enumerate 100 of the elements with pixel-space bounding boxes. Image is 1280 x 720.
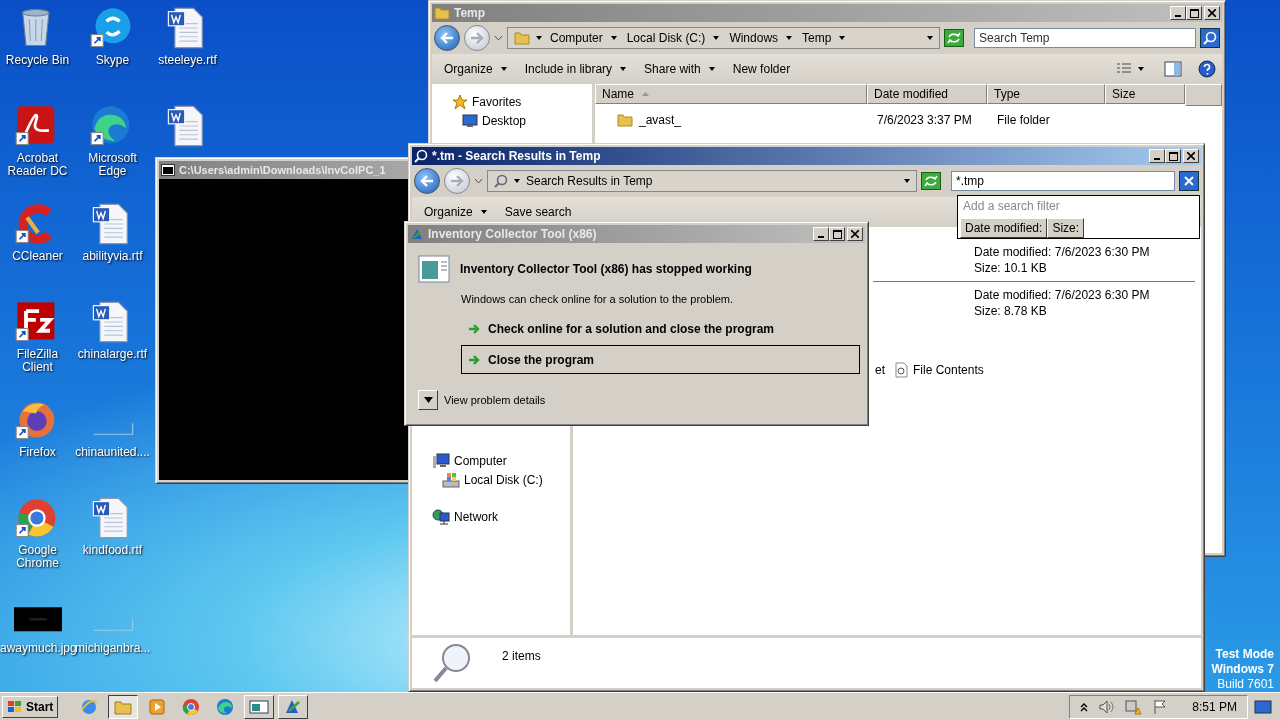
filter-button[interactable]: Size: xyxy=(1047,218,1085,238)
table-cell: File folder xyxy=(997,113,1050,127)
column-header[interactable]: Name xyxy=(595,84,867,104)
maximize-button[interactable] xyxy=(829,227,845,241)
column-header[interactable]: Size xyxy=(1105,84,1185,104)
sort-arrow-icon xyxy=(642,92,649,96)
refresh-icon xyxy=(947,32,961,44)
browser-icon xyxy=(182,697,201,716)
forward-arrow-icon xyxy=(470,32,484,44)
caret-icon xyxy=(786,36,793,40)
column-header[interactable]: Date modified xyxy=(867,84,987,104)
refresh-button[interactable] xyxy=(944,29,964,47)
nav-item[interactable]: Local Disk (C:) xyxy=(442,470,543,489)
window-title: Temp xyxy=(454,6,487,20)
location-text: Search Results in Temp xyxy=(526,174,653,188)
nav-item[interactable]: Favorites xyxy=(452,92,522,111)
file-name[interactable]: _avast_ xyxy=(633,113,877,127)
taskbar-button[interactable] xyxy=(108,694,139,719)
icon-label[interactable]: Skype xyxy=(75,54,150,67)
speaker-icon[interactable] xyxy=(1098,698,1115,715)
icon-label[interactable]: Recycle Bin xyxy=(0,54,75,67)
expand-details-button[interactable] xyxy=(418,390,438,410)
search-field[interactable]: *.tmp xyxy=(951,171,1175,191)
maximize-button[interactable] xyxy=(1186,6,1202,20)
maximize-icon xyxy=(832,229,842,239)
breadcrumb-item[interactable]: Temp xyxy=(800,31,848,45)
app-icon xyxy=(410,227,424,241)
back-button[interactable] xyxy=(414,168,440,194)
preview-pane-icon[interactable] xyxy=(1164,61,1182,77)
help-icon[interactable] xyxy=(1198,60,1216,78)
close-icon xyxy=(1184,176,1194,186)
search-location-link[interactable]: File Contents xyxy=(893,360,984,379)
close-icon xyxy=(1187,152,1195,160)
column-header[interactable]: Type xyxy=(987,84,1105,104)
show-desktop-icon[interactable] xyxy=(1254,699,1272,714)
toolbar-button[interactable]: Share with xyxy=(638,59,721,79)
breadcrumb-item[interactable]: Local Disk (C:) xyxy=(624,31,722,45)
icon-label[interactable]: Firefox xyxy=(0,446,75,459)
dialog-option[interactable]: Close the program xyxy=(461,345,860,374)
caret-icon xyxy=(514,179,520,183)
toolbar-button[interactable]: Organize xyxy=(438,59,513,79)
chevron-icon[interactable] xyxy=(1080,701,1089,712)
link-text[interactable]: et xyxy=(875,362,885,377)
refresh-button[interactable] xyxy=(921,172,941,190)
icon-label[interactable]: abilityvia.rtf xyxy=(75,250,150,263)
back-button[interactable] xyxy=(434,25,460,51)
search-icon xyxy=(1203,31,1217,45)
breadcrumb-item[interactable]: Windows xyxy=(727,31,795,45)
nav-item[interactable]: Computer xyxy=(432,451,507,470)
filter-button[interactable]: Date modified: xyxy=(960,218,1048,238)
clear-search-button[interactable] xyxy=(1179,171,1199,191)
breadcrumb-item[interactable]: Computer xyxy=(548,31,619,45)
close-button[interactable] xyxy=(1183,149,1199,163)
search-icon xyxy=(494,174,508,188)
minimize-button[interactable] xyxy=(1170,6,1186,20)
icon-label[interactable]: CCleaner xyxy=(0,250,75,263)
drive-icon xyxy=(442,471,460,488)
folder-icon xyxy=(514,31,530,45)
caret-icon xyxy=(904,179,910,183)
dialog-option[interactable]: Check online for a solution and close the program xyxy=(461,316,860,342)
search-field[interactable]: Search Temp xyxy=(974,28,1196,48)
forward-button[interactable] xyxy=(464,25,490,51)
start-button[interactable]: Start xyxy=(2,695,59,718)
toolbar-button[interactable]: Save search xyxy=(498,202,578,222)
toolbar-button[interactable]: New folder xyxy=(726,59,797,79)
caret-icon xyxy=(713,36,720,40)
minimize-button[interactable] xyxy=(1149,149,1165,163)
monitor-icon xyxy=(462,113,478,128)
window-title: C:\Users\admin\Downloads\InvColPC_1 xyxy=(179,164,387,176)
folder-icon xyxy=(617,113,633,127)
icon-label[interactable]: FileZilla Client xyxy=(0,348,75,374)
back-arrow-icon xyxy=(440,32,454,44)
window-icon xyxy=(249,699,270,714)
arrow-icon xyxy=(468,323,482,335)
close-button[interactable] xyxy=(1204,6,1220,20)
caret-icon xyxy=(927,36,933,40)
caret-icon xyxy=(474,178,483,184)
nav-item[interactable]: Desktop xyxy=(452,111,527,130)
computer-icon xyxy=(432,452,450,469)
nav-item[interactable]: Network xyxy=(432,507,498,526)
document-search-icon xyxy=(893,361,909,378)
star-icon xyxy=(452,93,468,110)
close-icon xyxy=(851,230,859,238)
icon-label[interactable]: Microsoft Edge xyxy=(75,152,150,178)
minimize-button[interactable] xyxy=(813,227,829,241)
os-info-text: Windows 7 xyxy=(1211,662,1274,677)
maximize-button[interactable] xyxy=(1165,149,1181,163)
window-title: Inventory Collector Tool (x86) xyxy=(428,227,598,241)
icon-label[interactable]: chinalarge.rtf xyxy=(75,348,150,361)
toolbar-button[interactable]: Include in library xyxy=(518,59,633,79)
clock[interactable]: 8:51 PM xyxy=(1192,699,1237,714)
file-date-text: Date modified: 7/6/2023 6:30 PM xyxy=(974,288,1151,302)
search-button[interactable] xyxy=(1200,28,1220,48)
icon-label[interactable]: steeleye.rtf xyxy=(150,54,225,67)
os-info-text: Build 7601 xyxy=(1217,677,1274,692)
address-bar[interactable]: Computer Local Disk (C:) Windows Temp xyxy=(507,27,940,49)
icon-label[interactable]: Acrobat Reader DC xyxy=(0,152,75,178)
forward-button[interactable] xyxy=(444,168,470,194)
close-button[interactable] xyxy=(847,227,863,241)
address-bar[interactable]: Search Results in Temp xyxy=(487,170,917,192)
